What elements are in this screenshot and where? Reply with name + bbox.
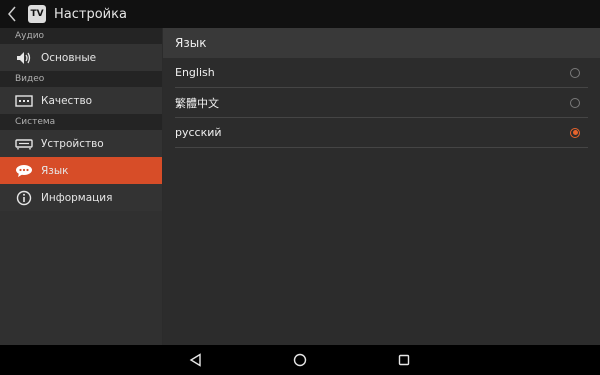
system-nav-bar (0, 345, 600, 375)
sidebar-item-basic[interactable]: Основные (0, 44, 162, 71)
sidebar-item-info[interactable]: Информация (0, 184, 162, 211)
language-label: English (175, 66, 215, 79)
section-header-video: Видео (0, 71, 162, 87)
sidebar-item-label: Устройство (41, 137, 104, 150)
circle-home-icon (293, 353, 307, 367)
section-header-system: Система (0, 114, 162, 130)
sidebar-item-label: Качество (41, 94, 93, 107)
radio-button-selected[interactable] (570, 127, 580, 138)
language-option-traditional-chinese[interactable]: 繁體中文 (175, 88, 588, 118)
chevron-left-icon (8, 6, 16, 22)
radio-button[interactable] (570, 67, 580, 78)
radio-button[interactable] (570, 97, 580, 108)
language-label: 繁體中文 (175, 96, 219, 110)
sidebar-item-quality[interactable]: Качество (0, 87, 162, 114)
nav-back-button[interactable] (184, 348, 208, 372)
triangle-back-icon (189, 353, 201, 367)
nav-recents-button[interactable] (392, 348, 416, 372)
app-logo-text: TV (30, 9, 44, 19)
chat-bubble-icon (15, 163, 33, 179)
sidebar: Аудио Основные Видео Качество Система Ус… (0, 28, 162, 345)
sidebar-item-device[interactable]: Устройство (0, 130, 162, 157)
sidebar-item-language[interactable]: Язык (0, 157, 162, 184)
language-panel: Язык English 繁體中文 русский (163, 28, 600, 345)
top-bar: TV Настройка (0, 0, 600, 28)
app-title: Настройка (54, 6, 127, 22)
sidebar-item-label: Информация (41, 191, 113, 204)
language-label: русский (175, 126, 222, 139)
back-button[interactable] (0, 0, 24, 28)
sidebar-item-label: Основные (41, 51, 97, 64)
device-icon (15, 136, 33, 152)
square-recents-icon (398, 354, 410, 366)
language-option-russian[interactable]: русский (175, 118, 588, 148)
speaker-icon (15, 50, 33, 66)
panel-title: Язык (163, 28, 600, 58)
app-logo: TV (28, 5, 46, 23)
nav-home-button[interactable] (288, 348, 312, 372)
quality-icon (15, 93, 33, 109)
sidebar-item-label: Язык (41, 164, 69, 177)
section-header-audio: Аудио (0, 28, 162, 44)
language-option-english[interactable]: English (175, 58, 588, 88)
info-icon (15, 190, 33, 206)
